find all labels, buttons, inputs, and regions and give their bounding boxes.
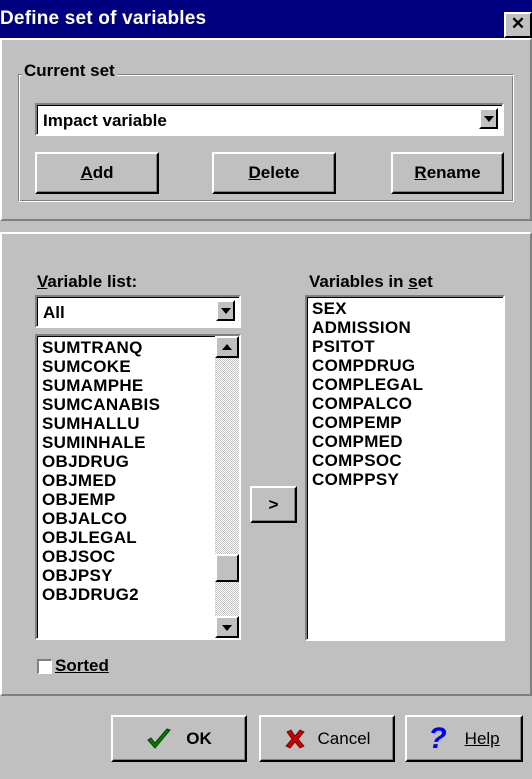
window-title: Define set of variables bbox=[0, 8, 207, 29]
add-button-label: Add bbox=[80, 163, 114, 182]
x-icon bbox=[284, 728, 305, 748]
close-icon: ✕ bbox=[510, 14, 526, 33]
variable-list-items: SUMTRANQ SUMCOKE SUMAMPHE SUMCANABIS SUMHALL… bbox=[42, 338, 160, 604]
chevron-down-icon[interactable] bbox=[216, 300, 235, 321]
current-set-value: Impact variable bbox=[43, 111, 167, 130]
delete-button-label: Delete bbox=[248, 163, 300, 182]
sorted-label: Sorted bbox=[55, 656, 109, 675]
list-item[interactable]: SUMINHALE bbox=[42, 433, 160, 452]
add-button[interactable]: Add bbox=[35, 152, 159, 194]
move-to-set-button[interactable]: > bbox=[250, 486, 297, 523]
scroll-thumb[interactable] bbox=[215, 553, 239, 582]
list-item[interactable]: PSITOT bbox=[312, 337, 423, 356]
variable-list-label: Variable list: bbox=[37, 272, 138, 291]
sorted-checkbox-row[interactable]: Sorted bbox=[37, 656, 109, 675]
variables-in-set-list[interactable]: SEX ADMISSION PSITOT COMPDRUG COMPLEGAL COMPA… bbox=[305, 295, 505, 641]
chevron-down-icon[interactable] bbox=[479, 108, 498, 129]
list-item[interactable]: ADMISSION bbox=[312, 318, 423, 337]
list-item[interactable]: SEX bbox=[312, 299, 423, 318]
list-item[interactable]: COMPSOC bbox=[312, 451, 423, 470]
ok-button[interactable]: OK bbox=[111, 715, 247, 762]
list-item[interactable]: OBJSOC bbox=[42, 547, 160, 566]
list-item[interactable]: SUMCOKE bbox=[42, 357, 160, 376]
variables-in-set-items: SEX ADMISSION PSITOT COMPDRUG COMPLEGAL COMPA… bbox=[312, 299, 423, 489]
list-item[interactable]: SUMHALLU bbox=[42, 414, 160, 433]
current-set-group-label: Current set bbox=[22, 61, 117, 81]
delete-button[interactable]: Delete bbox=[212, 152, 336, 194]
sorted-checkbox[interactable] bbox=[37, 658, 52, 674]
list-item[interactable]: OBJDRUG bbox=[42, 452, 160, 471]
list-item[interactable]: OBJEMP bbox=[42, 490, 160, 509]
variable-filter-value: All bbox=[43, 303, 65, 322]
scroll-up-icon[interactable] bbox=[215, 336, 239, 358]
variable-list[interactable]: SUMTRANQ SUMCOKE SUMAMPHE SUMCANABIS SUMHALL… bbox=[35, 334, 241, 640]
cancel-button[interactable]: Cancel bbox=[259, 715, 395, 762]
list-item[interactable]: SUMTRANQ bbox=[42, 338, 160, 357]
question-icon: ? bbox=[428, 721, 447, 755]
title-bar[interactable]: Define set of variables ✕ bbox=[0, 0, 532, 38]
list-item[interactable]: COMPEMP bbox=[312, 413, 423, 432]
chevron-right-icon: > bbox=[268, 494, 279, 514]
list-item[interactable]: COMPALCO bbox=[312, 394, 423, 413]
help-button-label: Help bbox=[464, 728, 500, 748]
list-item[interactable]: COMPLEGAL bbox=[312, 375, 423, 394]
cancel-button-label: Cancel bbox=[317, 728, 371, 748]
list-item[interactable]: COMPMED bbox=[312, 432, 423, 451]
current-set-combo[interactable]: Impact variable bbox=[35, 103, 504, 136]
list-item[interactable]: SUMCANABIS bbox=[42, 395, 160, 414]
variable-list-scrollbar[interactable] bbox=[215, 336, 239, 638]
rename-button[interactable]: Rename bbox=[391, 152, 504, 194]
list-item[interactable]: OBJLEGAL bbox=[42, 528, 160, 547]
list-item[interactable]: COMPDRUG bbox=[312, 356, 423, 375]
help-button[interactable]: ? Help bbox=[405, 715, 523, 762]
close-button[interactable]: ✕ bbox=[504, 12, 532, 38]
scroll-down-icon[interactable] bbox=[215, 616, 239, 638]
ok-button-label: OK bbox=[186, 728, 212, 748]
list-item[interactable]: OBJDRUG2 bbox=[42, 585, 160, 604]
list-item[interactable]: OBJPSY bbox=[42, 566, 160, 585]
list-item[interactable]: COMPPSY bbox=[312, 470, 423, 489]
checkmark-icon bbox=[147, 727, 172, 749]
variable-filter-combo[interactable]: All bbox=[35, 295, 241, 328]
list-item[interactable]: OBJMED bbox=[42, 471, 160, 490]
rename-button-label: Rename bbox=[414, 163, 481, 182]
list-item[interactable]: OBJALCO bbox=[42, 509, 160, 528]
variables-in-set-label: Variables in set bbox=[309, 272, 433, 291]
list-item[interactable]: SUMAMPHE bbox=[42, 376, 160, 395]
